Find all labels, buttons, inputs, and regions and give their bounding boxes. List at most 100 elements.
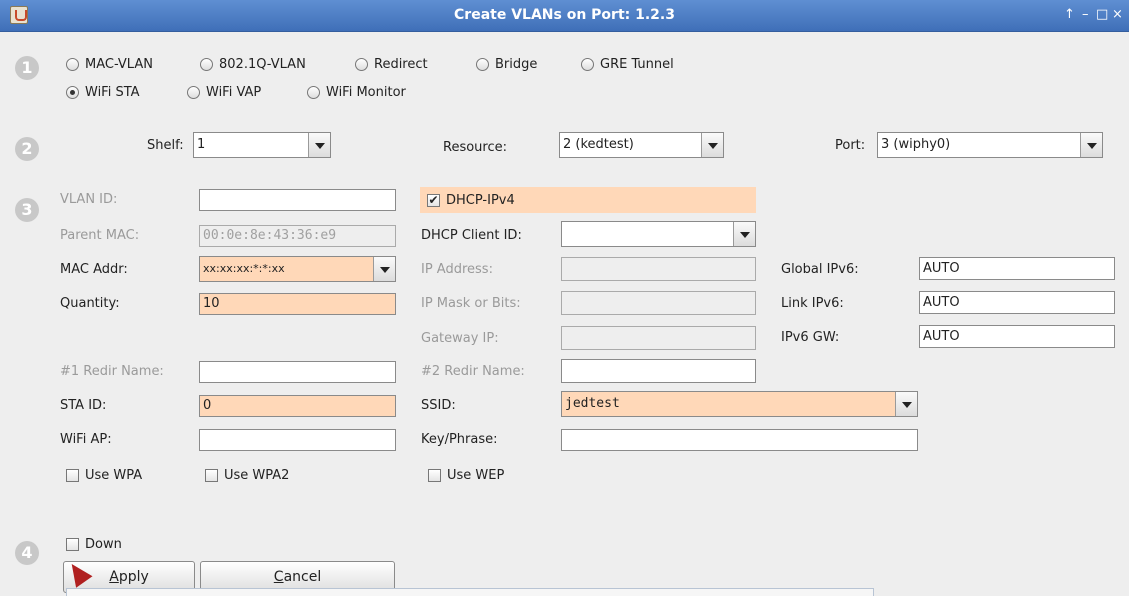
ssid-label: SSID: [421,398,456,413]
ipv6-gw-input[interactable]: AUTO [919,325,1115,348]
title-bar[interactable]: Create VLANs on Port: 1.2.3 ↑ – □ × [0,0,1129,32]
radio-circle [307,86,320,99]
mac-addr-value: xx:xx:xx:*:*:xx [203,262,285,275]
radio-circle [355,58,368,71]
tooltip-popup [66,588,874,596]
radio-label: WiFi STA [85,85,140,100]
use-wpa-label: Use WPA [85,468,143,483]
wifi-ap-label: WiFi AP: [60,432,112,447]
quantity-input[interactable]: 10 [199,293,396,315]
step-1-badge: 1 [15,56,39,80]
radio-label: MAC-VLAN [85,57,153,72]
chevron-down-icon[interactable] [733,222,755,246]
radio-wifi-sta[interactable]: WiFi STA [66,85,140,100]
window-title: Create VLANs on Port: 1.2.3 [454,7,675,23]
step-4-badge: 4 [15,541,39,565]
checkbox-box [428,469,441,482]
ip-mask-label: IP Mask or Bits: [421,296,521,311]
radio-gre-tunnel[interactable]: GRE Tunnel [581,57,674,72]
apply-label-rest: pply [118,569,149,585]
radio-bridge[interactable]: Bridge [476,57,537,72]
radio-wifi-vap[interactable]: WiFi VAP [187,85,261,100]
link-ipv6-label: Link IPv6: [781,296,844,311]
checkbox-box [66,538,79,551]
radio-label: Redirect [374,57,428,72]
wifi-ap-input[interactable] [199,429,396,451]
redir2-name-label: #2 Redir Name: [421,364,525,379]
cancel-label-rest: ancel [283,569,322,585]
radio-circle [581,58,594,71]
close-icon[interactable]: × [1112,6,1123,24]
parent-mac-label: Parent MAC: [60,228,140,243]
use-wpa-checkbox[interactable]: Use WPA [66,468,142,483]
dhcp-client-id-select[interactable] [561,221,756,247]
resource-select[interactable]: 2 (kedtest) [559,132,724,158]
step-2-badge: 2 [15,137,39,161]
shelf-value: 1 [197,137,206,152]
key-phrase-label: Key/Phrase: [421,432,498,447]
radio-label: GRE Tunnel [600,57,674,72]
radio-circle [66,58,79,71]
global-ipv6-label: Global IPv6: [781,262,859,277]
radio-label: 802.1Q-VLAN [219,57,306,72]
apply-mnemonic: A [109,569,119,585]
port-select[interactable]: 3 (wiphy0) [877,132,1103,158]
vlan-id-input[interactable] [199,189,396,211]
ipv6-gw-label: IPv6 GW: [781,330,840,345]
gateway-ip-label: Gateway IP: [421,331,499,346]
use-wep-checkbox[interactable]: Use WEP [428,468,504,483]
maximize-icon[interactable]: □ [1096,6,1108,24]
port-value: 3 (wiphy0) [881,137,951,152]
sta-id-label: STA ID: [60,398,107,413]
radio-redirect[interactable]: Redirect [355,57,428,72]
radio-circle [476,58,489,71]
ssid-select[interactable]: jedtest [561,391,918,417]
mac-addr-label: MAC Addr: [60,262,128,277]
chevron-down-icon[interactable] [895,392,917,416]
dhcp-client-id-label: DHCP Client ID: [421,228,522,243]
radio-8021q-vlan[interactable]: 802.1Q-VLAN [200,57,306,72]
quantity-label: Quantity: [60,296,120,311]
pin-icon[interactable]: ↑ [1064,6,1075,24]
radio-wifi-monitor[interactable]: WiFi Monitor [307,85,406,100]
dhcp-ipv4-checkbox[interactable]: ✔ DHCP-IPv4 [427,193,515,208]
redir1-name-label: #1 Redir Name: [60,364,164,379]
key-phrase-input[interactable] [561,429,918,451]
chevron-down-icon[interactable] [373,257,395,281]
chevron-down-icon[interactable] [1080,133,1102,157]
minimize-icon[interactable]: – [1082,6,1089,24]
vlan-id-label: VLAN ID: [60,192,118,207]
step-3-badge: 3 [15,198,39,222]
gateway-ip-input [561,326,756,350]
radio-circle [200,58,213,71]
radio-label: WiFi VAP [206,85,262,100]
ip-address-label: IP Address: [421,262,493,277]
use-wpa2-checkbox[interactable]: Use WPA2 [205,468,289,483]
link-ipv6-input[interactable]: AUTO [919,291,1115,314]
sta-id-input[interactable]: 0 [199,395,396,417]
radio-mac-vlan[interactable]: MAC-VLAN [66,57,153,72]
chevron-down-icon[interactable] [701,133,723,157]
global-ipv6-input[interactable]: AUTO [919,257,1115,280]
checkbox-box-checked: ✔ [427,193,440,207]
redir1-name-input[interactable] [199,361,396,383]
create-vlans-dialog: Create VLANs on Port: 1.2.3 ↑ – □ × 1 2 … [0,0,1129,596]
ip-mask-input [561,291,756,315]
down-checkbox[interactable]: Down [66,537,122,552]
shelf-label: Shelf: [147,138,184,153]
resource-value: 2 (kedtest) [563,137,634,152]
down-label: Down [85,537,122,552]
shelf-select[interactable]: 1 [193,132,331,158]
use-wpa2-label: Use WPA2 [224,468,290,483]
radio-label: WiFi Monitor [326,85,406,100]
checkbox-box [205,469,218,482]
chevron-down-icon[interactable] [308,133,330,157]
cancel-mnemonic: C [273,569,284,585]
ip-address-input [561,257,756,281]
mac-addr-select[interactable]: xx:xx:xx:*:*:xx [199,256,396,282]
use-wep-label: Use WEP [447,468,505,483]
port-label: Port: [835,138,866,153]
redir2-name-input[interactable] [561,359,756,383]
parent-mac-input: 00:0e:8e:43:36:e9 [199,225,396,247]
radio-circle-selected [66,86,79,99]
